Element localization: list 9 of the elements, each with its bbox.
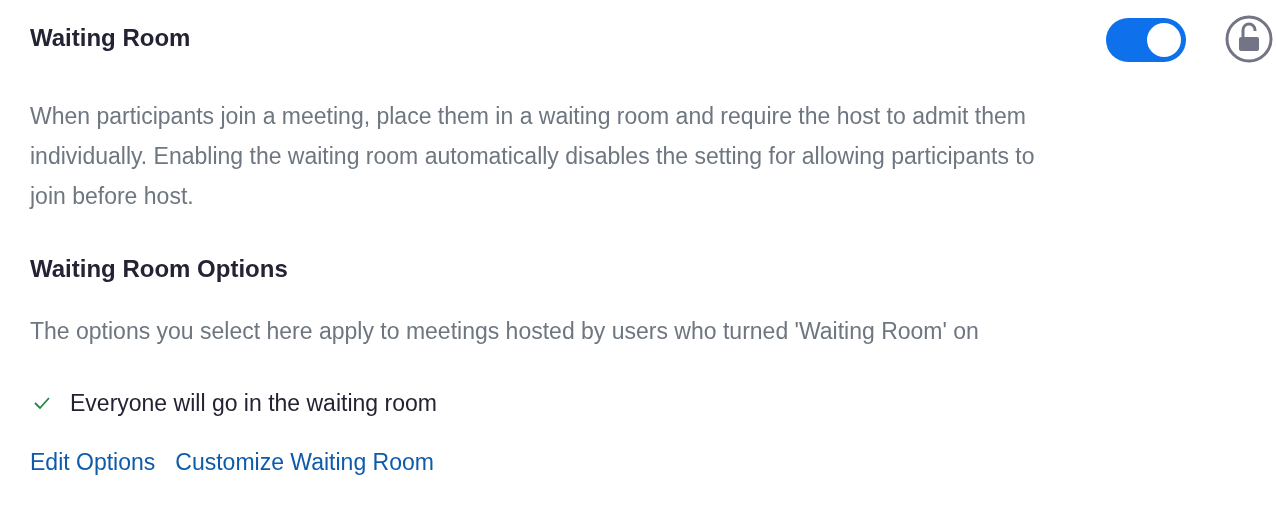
options-title: Waiting Room Options (30, 254, 289, 284)
lock-icon[interactable] (1224, 14, 1274, 64)
options-description: The options you select here apply to meetings hosted by users who turned 'Waiting Room' on (30, 317, 980, 346)
option-label: Everyone will go in the waiting room (70, 388, 437, 418)
link[interactable]: Edit Options (30, 447, 156, 477)
toggle-switch[interactable] (1106, 18, 1186, 62)
setting-description: When participants join a meeting, place them in a waiting room and require the host to admit them individually. Enabling the waiting room automatically disables the setting for allowing participants to join before host. (30, 102, 1036, 211)
link[interactable]: Customize Waiting Room (175, 447, 434, 477)
setting-title: Waiting Room (30, 23, 192, 53)
